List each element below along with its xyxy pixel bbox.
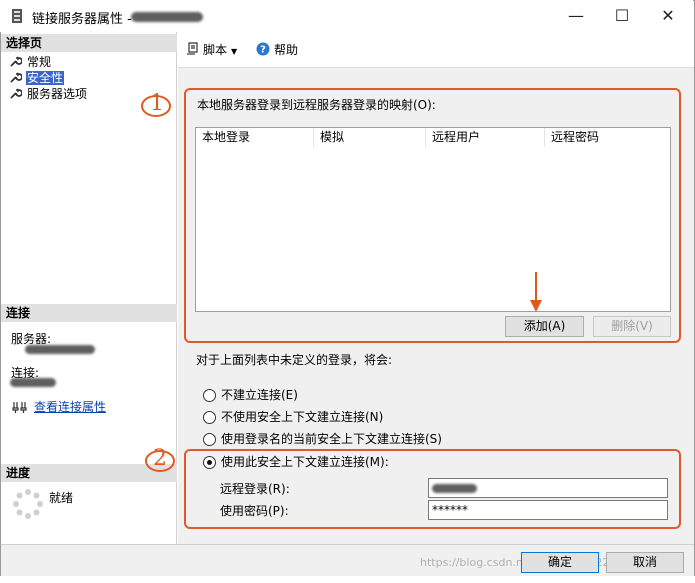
annotation-two: 2 bbox=[153, 446, 167, 471]
page-item-security[interactable]: 安全性 bbox=[10, 70, 65, 86]
radio-no-security-context[interactable]: 不使用安全上下文建立连接(N) bbox=[203, 408, 503, 426]
server-icon bbox=[12, 9, 22, 23]
script-icon bbox=[187, 42, 198, 55]
column-header-remote-user[interactable]: 远程用户 bbox=[426, 128, 545, 147]
column-header-remote-password[interactable]: 远程密码 bbox=[545, 128, 670, 147]
annotation-arrow-icon bbox=[530, 272, 542, 312]
column-header-impersonate[interactable]: 模拟 bbox=[314, 128, 426, 147]
script-button[interactable]: 脚本 ▼ bbox=[186, 41, 237, 59]
redacted-connection bbox=[10, 378, 56, 387]
password-input[interactable]: ****** bbox=[428, 500, 668, 520]
mapping-title: 本地服务器登录到远程服务器登录的映射(O): bbox=[197, 98, 436, 112]
progress-status: 就绪 bbox=[49, 491, 74, 505]
minimize-button[interactable]: — bbox=[553, 0, 599, 32]
redacted-server-name bbox=[131, 12, 203, 22]
connection-header: 连接 bbox=[1, 304, 177, 322]
annotation-one: 1 bbox=[150, 91, 164, 116]
radio-label: 使用登录名的当前安全上下文建立连接(S) bbox=[221, 432, 442, 446]
wrench-icon bbox=[10, 72, 22, 83]
script-label: 脚本 bbox=[203, 43, 228, 57]
radio-label: 不建立连接(E) bbox=[221, 388, 298, 402]
remote-login-label: 远程登录(R): bbox=[220, 482, 290, 496]
connection-properties-icon bbox=[12, 402, 27, 413]
radio-indicator bbox=[203, 389, 216, 402]
help-button[interactable]: ? 帮助 bbox=[256, 41, 298, 59]
help-icon: ? bbox=[256, 42, 270, 56]
window-title: 链接服务器属性 - bbox=[32, 12, 132, 27]
dropdown-arrow-icon: ▼ bbox=[231, 47, 238, 56]
undefined-logins-prompt: 对于上面列表中未定义的登录，将会: bbox=[196, 353, 393, 367]
svg-text:?: ? bbox=[260, 45, 266, 56]
help-label: 帮助 bbox=[274, 43, 299, 57]
select-page-header: 选择页 bbox=[1, 34, 177, 52]
page-item-general[interactable]: 常规 bbox=[10, 54, 52, 70]
maximize-button[interactable]: ☐ bbox=[599, 0, 645, 32]
progress-spinner-icon bbox=[13, 489, 43, 519]
radio-indicator bbox=[203, 433, 216, 446]
radio-label: 使用此安全上下文建立连接(M): bbox=[221, 455, 389, 469]
password-label: 使用密码(P): bbox=[220, 504, 289, 518]
page-item-label: 安全性 bbox=[26, 71, 65, 85]
mapping-list[interactable]: 本地登录 模拟 远程用户 远程密码 bbox=[195, 127, 671, 312]
column-header-local-login[interactable]: 本地登录 bbox=[196, 128, 314, 147]
close-button[interactable]: ✕ bbox=[645, 0, 691, 32]
remove-button[interactable]: 删除(V) bbox=[593, 316, 671, 337]
cancel-button[interactable]: 取消 bbox=[606, 552, 684, 573]
radio-indicator bbox=[203, 411, 216, 424]
radio-indicator bbox=[203, 456, 216, 469]
radio-no-connection[interactable]: 不建立连接(E) bbox=[203, 386, 503, 404]
page-item-server-options[interactable]: 服务器选项 bbox=[10, 86, 88, 102]
wrench-icon bbox=[10, 56, 22, 67]
radio-label: 不使用安全上下文建立连接(N) bbox=[221, 410, 384, 424]
bottom-strip bbox=[0, 576, 695, 583]
radio-this-security-context[interactable]: 使用此安全上下文建立连接(M): bbox=[203, 453, 503, 471]
add-button[interactable]: 添加(A) bbox=[505, 316, 584, 337]
page-item-label: 服务器选项 bbox=[27, 87, 88, 101]
wrench-icon bbox=[10, 88, 22, 99]
page-item-label: 常规 bbox=[27, 55, 52, 69]
ok-button[interactable]: 确定 bbox=[521, 552, 599, 573]
title-bar[interactable]: 链接服务器属性 - — ☐ ✕ bbox=[0, 0, 693, 32]
redacted-server bbox=[25, 345, 95, 354]
redacted-remote-login bbox=[432, 484, 477, 493]
view-connection-properties-link[interactable]: 查看连接属性 bbox=[34, 398, 106, 415]
radio-current-security-context[interactable]: 使用登录名的当前安全上下文建立连接(S) bbox=[203, 430, 503, 448]
